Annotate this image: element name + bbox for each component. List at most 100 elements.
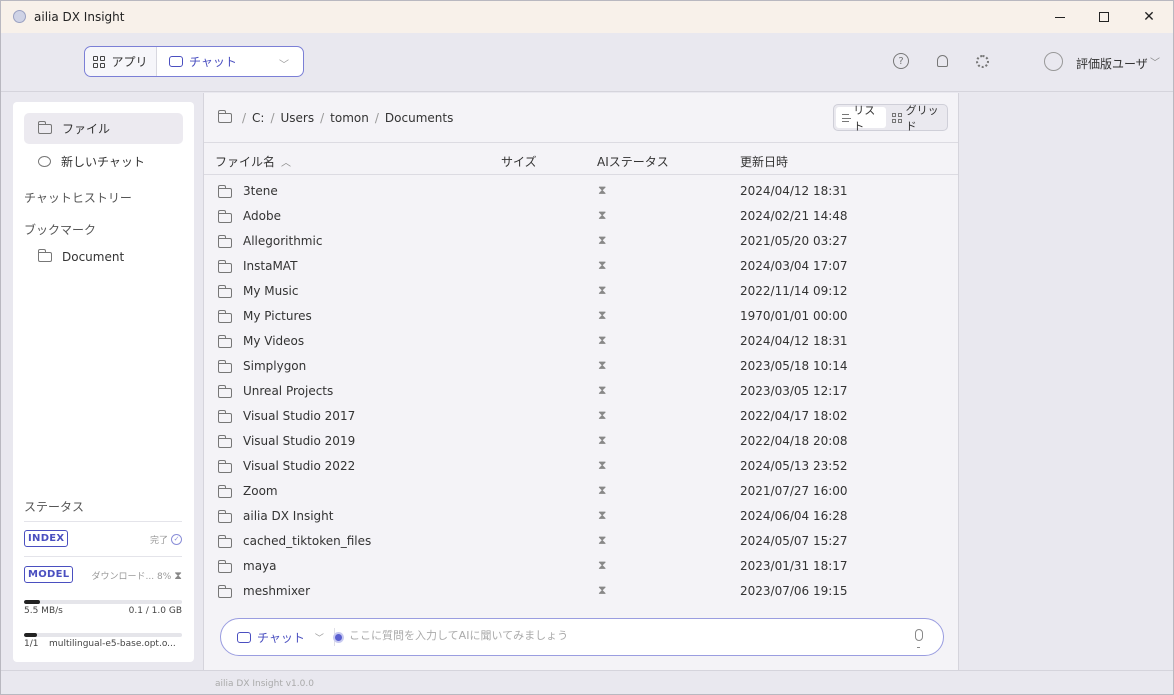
table-row[interactable]: ailia DX Insight ⧗ 2024/06/04 16:28: [204, 504, 958, 529]
folder-icon: [37, 249, 52, 262]
file-modified: 2024/05/07 15:27: [740, 534, 848, 548]
bookmark-label: Document: [62, 250, 125, 264]
hourglass-icon: ⧗: [598, 533, 607, 547]
folder-icon: [217, 435, 232, 448]
divider: [24, 556, 182, 557]
status-heading: ステータス: [24, 500, 85, 514]
sort-ascending-icon: ︿: [281, 158, 292, 169]
mode-switch: アプリ チャット ﹀: [84, 46, 304, 77]
column-header-ai-status[interactable]: AIステータス: [597, 153, 669, 170]
table-row[interactable]: maya ⧗ 2023/01/31 18:17: [204, 554, 958, 579]
table-row[interactable]: My Videos ⧗ 2024/04/12 18:31: [204, 329, 958, 354]
folder-icon: [217, 285, 232, 298]
divider: [24, 521, 182, 522]
file-name: Visual Studio 2022: [243, 459, 356, 473]
hourglass-icon: ⧗: [598, 508, 607, 522]
file-modified: 2021/05/20 03:27: [740, 234, 848, 248]
hourglass-icon: ⧗: [598, 283, 607, 297]
file-modified: 2024/03/04 17:07: [740, 259, 848, 273]
close-button[interactable]: ✕: [1126, 1, 1172, 33]
table-row[interactable]: Visual Studio 2022 ⧗ 2024/05/13 23:52: [204, 454, 958, 479]
file-modified: 2022/04/17 18:02: [740, 409, 848, 423]
chat-input[interactable]: [349, 629, 889, 642]
user-name[interactable]: 評価版ユーザ: [1076, 55, 1148, 72]
chevron-down-icon: ﹀: [314, 633, 324, 644]
grid-view-button[interactable]: グリッド: [886, 104, 945, 133]
folder-icon: [217, 260, 232, 273]
user-menu-chevron-icon[interactable]: ﹀: [1150, 54, 1160, 69]
bookmark-item-document[interactable]: Document: [37, 249, 125, 264]
file-modified: 2024/04/12 18:31: [740, 184, 848, 198]
hourglass-icon: ⧗: [598, 358, 607, 372]
chat-history-heading[interactable]: チャットヒストリー: [24, 189, 132, 206]
chat-mode-select[interactable]: チャット ﹀: [237, 628, 335, 646]
folder-icon: [217, 335, 232, 348]
file-modified: 2023/05/18 10:14: [740, 359, 848, 373]
table-row[interactable]: meshmixer ⧗ 2023/07/06 19:15: [204, 579, 958, 604]
table-row[interactable]: Zoom ⧗ 2021/07/27 16:00: [204, 479, 958, 504]
folder-icon: [217, 310, 232, 323]
file-name: meshmixer: [243, 584, 311, 598]
folder-icon: [37, 120, 52, 134]
table-row[interactable]: Simplygon ⧗ 2023/05/18 10:14: [204, 354, 958, 379]
file-browser: / C: / Users / tomon / Documents リスト グリッ…: [203, 93, 959, 671]
footer-divider: [1, 670, 1173, 671]
breadcrumb-bar: / C: / Users / tomon / Documents リスト グリッ…: [204, 93, 958, 143]
hourglass-icon: ⧗: [598, 333, 607, 347]
breadcrumb-item[interactable]: Users: [281, 111, 315, 125]
mode-chat-select[interactable]: チャット ﹀: [157, 47, 303, 76]
apps-grid-icon: [93, 55, 106, 68]
file-name: Adobe: [243, 209, 281, 223]
list-view-button[interactable]: リスト: [836, 104, 886, 133]
file-modified: 2023/01/31 18:17: [740, 559, 848, 573]
breadcrumb-item[interactable]: Documents: [385, 111, 453, 125]
mode-app-button[interactable]: アプリ: [85, 47, 157, 76]
notification-bell-icon[interactable]: [933, 52, 951, 70]
sidebar-item-files[interactable]: ファイル: [24, 113, 183, 144]
table-row[interactable]: cached_tiktoken_files ⧗ 2024/05/07 15:27: [204, 529, 958, 554]
table-row[interactable]: Allegorithmic ⧗ 2021/05/20 03:27: [204, 229, 958, 254]
breadcrumb-item[interactable]: tomon: [330, 111, 369, 125]
minimize-button[interactable]: [1037, 1, 1083, 33]
file-modified: 2022/04/18 20:08: [740, 434, 848, 448]
help-icon[interactable]: ?: [893, 53, 909, 69]
header-divider: [204, 174, 958, 175]
index-status: 完了 ✓: [150, 533, 182, 546]
breadcrumb-item[interactable]: C:: [252, 111, 264, 125]
version-label: ailia DX Insight v1.0.0: [215, 679, 314, 689]
view-toggle: リスト グリッド: [833, 104, 948, 133]
chevron-down-icon: ﹀: [279, 60, 289, 71]
column-header-name[interactable]: ファイル名 ︿: [215, 153, 291, 170]
sidebar-item-new-chat[interactable]: 新しいチャット: [24, 146, 183, 177]
table-row[interactable]: My Pictures ⧗ 1970/01/01 00:00: [204, 304, 958, 329]
table-row[interactable]: Visual Studio 2019 ⧗ 2022/04/18 20:08: [204, 429, 958, 454]
user-avatar-icon[interactable]: [1044, 52, 1063, 71]
table-row[interactable]: InstaMAT ⧗ 2024/03/04 17:07: [204, 254, 958, 279]
table-row[interactable]: Adobe ⧗ 2024/02/21 14:48: [204, 204, 958, 229]
ai-indicator-icon: [333, 632, 344, 643]
microphone-icon[interactable]: [915, 629, 923, 648]
table-row[interactable]: Visual Studio 2017 ⧗ 2022/04/17 18:02: [204, 404, 958, 429]
column-header-modified[interactable]: 更新日時: [740, 153, 788, 170]
settings-gear-icon[interactable]: [973, 52, 991, 70]
file-name: Visual Studio 2019: [243, 434, 356, 448]
folder-icon: [217, 360, 232, 373]
download-progress-bar: [24, 600, 182, 604]
minimize-icon: [1055, 16, 1065, 18]
table-row[interactable]: 3tene ⧗ 2024/04/12 18:31: [204, 179, 958, 204]
file-modified: 2024/02/21 14:48: [740, 209, 848, 223]
maximize-button[interactable]: [1081, 1, 1127, 33]
hourglass-icon: ⧗: [174, 569, 182, 582]
hourglass-icon: ⧗: [598, 308, 607, 322]
app-logo-icon: [13, 10, 26, 23]
column-header-size[interactable]: サイズ: [501, 153, 537, 170]
sidebar-item-label: 新しいチャット: [61, 155, 145, 169]
folder-icon: [217, 485, 232, 498]
folder-icon: [217, 560, 232, 573]
download-speed: 5.5 MB/s: [24, 606, 63, 616]
root-folder-icon[interactable]: [217, 110, 232, 123]
list-view-label: リスト: [853, 103, 876, 133]
table-row[interactable]: My Music ⧗ 2022/11/14 09:12: [204, 279, 958, 304]
table-row[interactable]: Unreal Projects ⧗ 2023/03/05 12:17: [204, 379, 958, 404]
column-header-label: ファイル名: [215, 155, 276, 169]
